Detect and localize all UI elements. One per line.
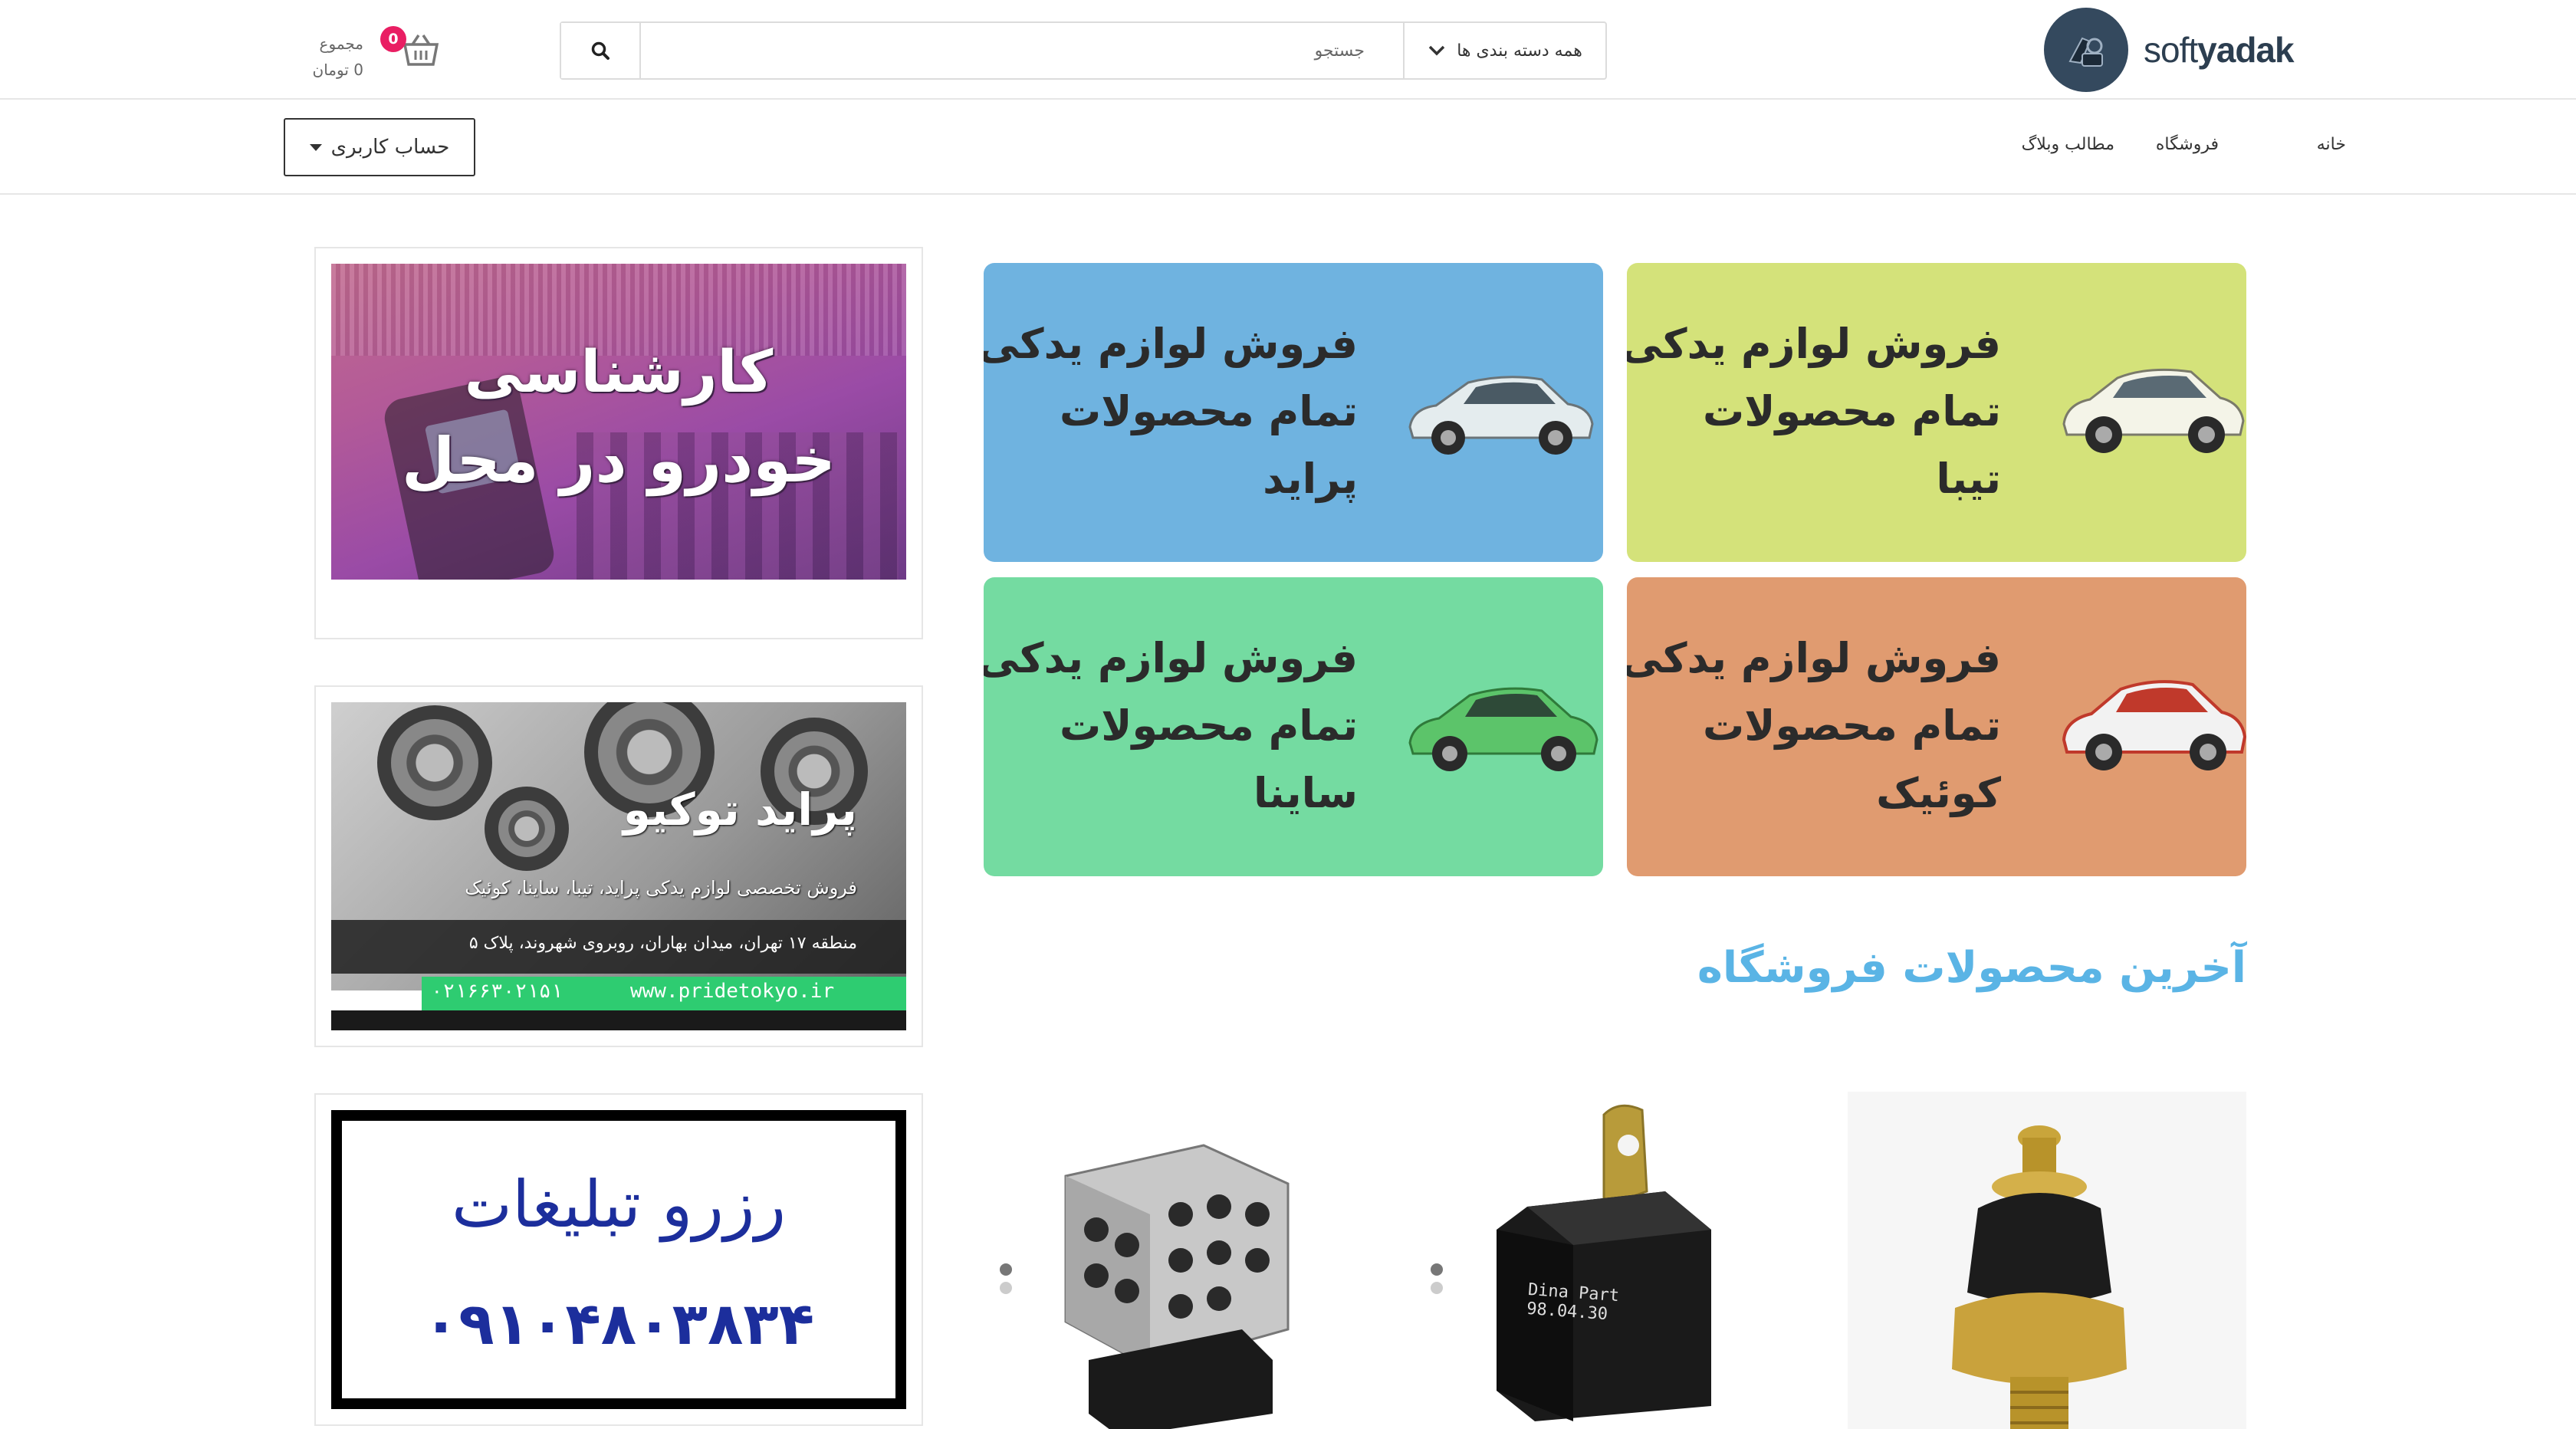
oil-filter-image bbox=[377, 705, 492, 820]
tile-line1: فروش لوازم یدکی bbox=[1627, 320, 2001, 368]
tile-tiba-text: فروش لوازم یدکی تمام محصولات تیبا bbox=[1627, 310, 2001, 513]
ad-expert-line1: کارشناسی bbox=[464, 337, 774, 406]
gear-part-image bbox=[485, 787, 569, 871]
nav-item-blog[interactable]: مطالب وبلاگ bbox=[2022, 135, 2114, 154]
ad-pridetokyo-address: منطقه ۱۷ تهران، میدان بهاران، روبروی شهر… bbox=[468, 934, 857, 953]
tile-saina-text: فروش لوازم یدکی تمام محصولات ساینا bbox=[984, 625, 1358, 827]
tile-line3: تیبا bbox=[1936, 455, 2001, 503]
tile-line1: فروش لوازم یدکی bbox=[984, 320, 1358, 368]
category-select-label: همه دسته بندی ها bbox=[1457, 41, 1582, 61]
account-dropdown-button[interactable]: حساب کاربری bbox=[284, 118, 475, 176]
ad-pridetokyo-website: www.pridetokyo.ir bbox=[630, 980, 835, 1003]
ad-box-pridetokyo: پراید توکیو فروش تخصصی لوازم یدکی پراید،… bbox=[314, 685, 923, 1047]
chevron-down-icon bbox=[1428, 45, 1445, 56]
basket-icon bbox=[402, 34, 439, 66]
search-button[interactable] bbox=[561, 23, 641, 78]
tile-line3: پراید bbox=[1263, 455, 1358, 503]
ad-box-expert: کارشناسی خودرو در محل bbox=[314, 247, 923, 639]
ad-reserve-inner: رزرو تبلیغات ۰۹۱۰۴۸۰۳۸۳۴ bbox=[342, 1121, 895, 1398]
tile-line3: ساینا bbox=[1254, 769, 1358, 817]
car-pride-image bbox=[1408, 376, 1594, 455]
product-image-relay bbox=[1497, 1104, 1711, 1421]
tile-line3: کوئیک bbox=[1876, 769, 2001, 817]
banner-decoration bbox=[331, 990, 422, 1010]
tile-tiba[interactable]: فروش لوازم یدکی تمام محصولات تیبا bbox=[1627, 263, 2246, 562]
product-card[interactable] bbox=[1848, 1092, 2246, 1429]
ad-expert-line2: خودرو در محل bbox=[401, 425, 836, 496]
main-nav: خانه فروشگاه مطالب وبلاگ حساب کاربری bbox=[0, 100, 2576, 195]
ad-box-reserve: رزرو تبلیغات ۰۹۱۰۴۸۰۳۸۳۴ bbox=[314, 1093, 923, 1426]
logo-text: softyadak bbox=[2144, 30, 2295, 70]
logo-mark bbox=[2044, 8, 2128, 92]
car-saina-image bbox=[1408, 687, 1598, 771]
latest-products-title: آخرین محصولات فروشگاه bbox=[1697, 943, 2246, 993]
search-bar: همه دسته بندی ها bbox=[560, 21, 1607, 80]
product-image-pressure-switch bbox=[1952, 1125, 2127, 1429]
category-select[interactable]: همه دسته بندی ها bbox=[1403, 23, 1605, 78]
ad-reserve-phone: ۰۹۱۰۴۸۰۳۸۳۴ bbox=[422, 1289, 815, 1358]
ad-banner-expert[interactable]: کارشناسی خودرو در محل bbox=[331, 264, 906, 580]
mini-cart[interactable]: مجموع 0 تومان 0 bbox=[307, 26, 445, 87]
ad-banner-reserve[interactable]: رزرو تبلیغات ۰۹۱۰۴۸۰۳۸۳۴ bbox=[331, 1110, 906, 1409]
tile-saina[interactable]: فروش لوازم یدکی تمام محصولات ساینا bbox=[984, 577, 1603, 876]
carousel-dots[interactable] bbox=[1431, 1263, 1443, 1300]
cart-total-label: مجموع bbox=[319, 34, 363, 53]
ad-banner-pridetokyo[interactable]: پراید توکیو فروش تخصصی لوازم یدکی پراید،… bbox=[331, 702, 906, 1030]
relay-label: Dina Part 98.04.30 bbox=[1526, 1280, 1619, 1325]
tile-line2: تمام محصولات bbox=[1059, 701, 1358, 750]
carousel-dot[interactable] bbox=[1431, 1263, 1443, 1276]
cart-summary: مجموع 0 تومان bbox=[307, 31, 363, 83]
product-card[interactable]: Dina Part 98.04.30 bbox=[1412, 1092, 1811, 1429]
search-input[interactable] bbox=[641, 23, 1403, 78]
ad-pridetokyo-phone: ۰۲۱۶۶۳۰۲۱۵۱ bbox=[431, 980, 564, 1003]
tile-line1: فروش لوازم یدکی bbox=[984, 634, 1358, 682]
caret-down-icon bbox=[309, 143, 322, 151]
banner-decoration bbox=[331, 1010, 906, 1030]
ad-pridetokyo-title: پراید توکیو bbox=[623, 783, 857, 836]
car-quick-image bbox=[2062, 680, 2246, 770]
account-label: حساب کاربری bbox=[330, 136, 450, 159]
carousel-dots[interactable] bbox=[1000, 1263, 1012, 1300]
tile-pride-text: فروش لوازم یدکی تمام محصولات پراید bbox=[984, 310, 1358, 513]
nav-item-home[interactable]: خانه bbox=[2317, 135, 2346, 154]
car-tiba-image bbox=[2062, 368, 2245, 453]
tile-quick-text: فروش لوازم یدکی تمام محصولات کوئیک bbox=[1627, 625, 2001, 827]
cart-count-badge: 0 bbox=[380, 26, 406, 52]
top-header: softyadak همه دسته بندی ها مجموع 0 تومان bbox=[0, 0, 2576, 100]
product-image-fan-resistor bbox=[1064, 1144, 1290, 1429]
tile-quick[interactable]: فروش لوازم یدکی تمام محصولات کوئیک bbox=[1627, 577, 2246, 876]
carousel-dot[interactable] bbox=[1431, 1282, 1443, 1294]
cart-total-value: 0 تومان bbox=[312, 61, 363, 79]
tile-line1: فروش لوازم یدکی bbox=[1627, 634, 2001, 682]
tile-line2: تمام محصولات bbox=[1702, 387, 2001, 435]
tile-line2: تمام محصولات bbox=[1059, 387, 1358, 435]
tile-line2: تمام محصولات bbox=[1702, 701, 2001, 750]
ad-reserve-title: رزرو تبلیغات bbox=[451, 1167, 787, 1242]
carousel-dot[interactable] bbox=[1000, 1263, 1012, 1276]
carousel-dot[interactable] bbox=[1000, 1282, 1012, 1294]
product-card[interactable] bbox=[981, 1092, 1380, 1429]
ad-pridetokyo-subtitle: فروش تخصصی لوازم یدکی پراید، تیبا، ساینا… bbox=[465, 877, 857, 898]
site-logo[interactable]: softyadak bbox=[2044, 8, 2295, 92]
tile-pride[interactable]: فروش لوازم یدکی تمام محصولات پراید bbox=[984, 263, 1603, 562]
nav-item-shop[interactable]: فروشگاه bbox=[2156, 135, 2219, 154]
search-icon bbox=[591, 41, 610, 60]
